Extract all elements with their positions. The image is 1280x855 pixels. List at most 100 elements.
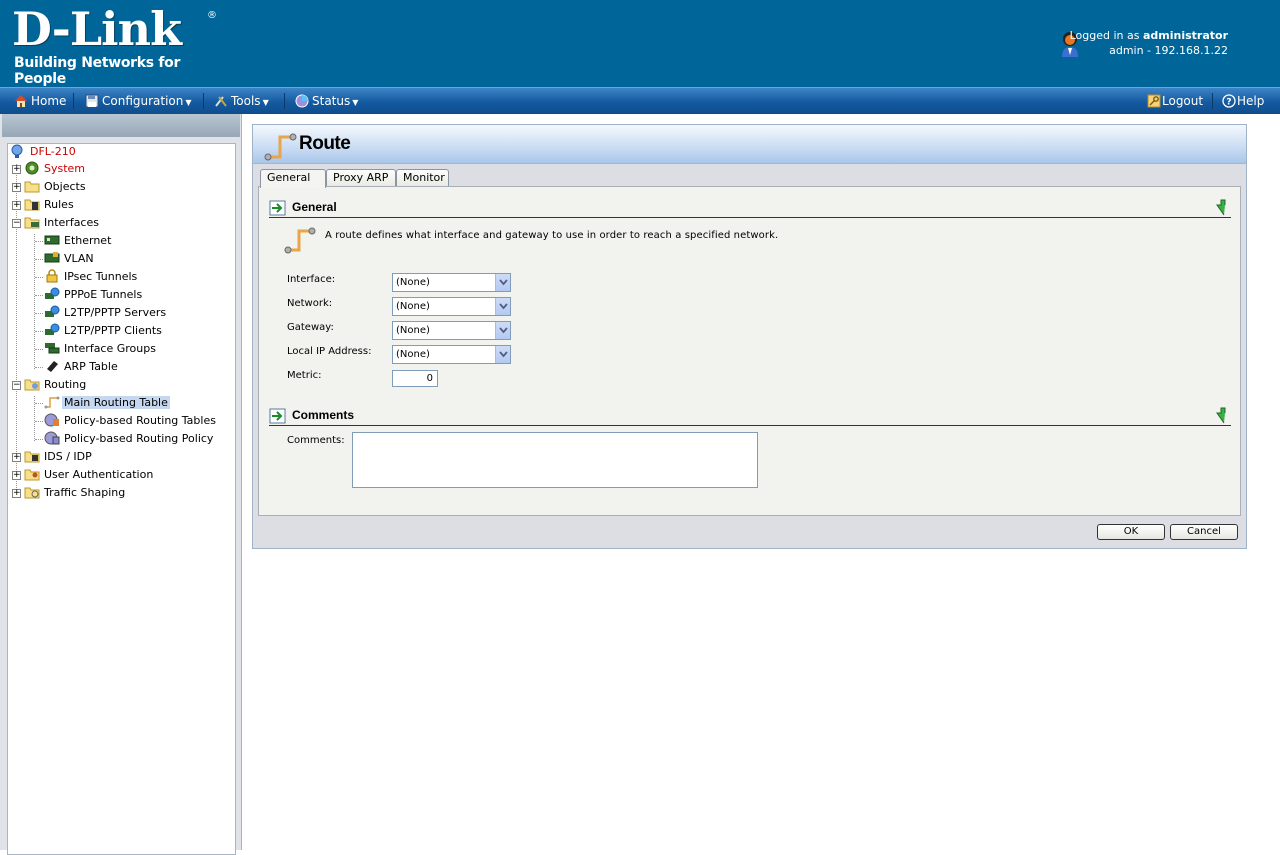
menu-configuration[interactable]: Configuration ▼ xyxy=(85,88,192,115)
tree-collapse-routing[interactable]: − xyxy=(12,381,21,390)
tree-item-interfaces[interactable]: Interfaces xyxy=(24,215,101,231)
cancel-button[interactable]: Cancel xyxy=(1170,524,1238,540)
tools-icon xyxy=(215,96,227,107)
page-title: Route xyxy=(299,133,351,154)
metric-label: Metric: xyxy=(287,370,322,381)
tree-expand-system[interactable]: + xyxy=(12,165,21,174)
tree-expand-objects[interactable]: + xyxy=(12,183,21,192)
local-ip-label: Local IP Address: xyxy=(287,346,372,357)
floppy-disk-icon xyxy=(85,94,99,108)
tree-item-system[interactable]: System xyxy=(24,161,87,177)
tree-line xyxy=(35,259,43,260)
gateway-select-value: (None) xyxy=(396,325,430,336)
dlink-logo: D-Link ® Building Networks for People xyxy=(12,6,217,87)
interface-select-value: (None) xyxy=(396,277,430,288)
tree-item-rules[interactable]: Rules xyxy=(24,197,76,213)
tree-item-arp-table[interactable]: ARP Table xyxy=(44,359,120,375)
tree-item-pbr-policy[interactable]: Policy-based Routing Policy xyxy=(44,431,215,447)
svg-text:?: ? xyxy=(1226,98,1231,108)
section-arrow-icon xyxy=(269,408,286,424)
tree-item-pbr-tables[interactable]: Policy-based Routing Tables xyxy=(44,413,218,429)
comments-textarea[interactable] xyxy=(352,432,758,488)
menu-separator xyxy=(284,93,285,109)
lock-icon xyxy=(46,269,58,283)
arp-chip-icon xyxy=(47,361,58,372)
tree-line xyxy=(35,277,43,278)
dropdown-arrow-icon[interactable] xyxy=(495,274,510,291)
dropdown-arrow-icon[interactable] xyxy=(495,322,510,339)
tree-line xyxy=(35,421,43,422)
tree-item-ethernet[interactable]: Ethernet xyxy=(44,233,113,249)
tree-line xyxy=(35,439,43,440)
sidebar-header-bar xyxy=(2,114,240,137)
tree-item-interface-groups[interactable]: Interface Groups xyxy=(44,341,158,357)
local-ip-select[interactable]: (None) xyxy=(392,345,511,364)
tree-collapse-interfaces[interactable]: − xyxy=(12,219,21,228)
ethernet-card-icon xyxy=(44,235,60,245)
network-select-value: (None) xyxy=(396,301,430,312)
tree-item-traffic-shaping[interactable]: Traffic Shaping xyxy=(24,485,127,501)
menu-home[interactable]: Home xyxy=(14,88,66,115)
tab-general[interactable]: General xyxy=(260,169,326,188)
comments-section-title: Comments xyxy=(292,408,355,422)
tree-item-ipsec-tunnels[interactable]: IPsec Tunnels xyxy=(44,269,139,285)
header: D-Link ® Building Networks for People Lo… xyxy=(0,0,1280,87)
logged-in-prefix: Logged in as xyxy=(1069,29,1140,42)
interface-group-icon xyxy=(45,343,60,354)
tree-expand-rules[interactable]: + xyxy=(12,201,21,210)
navigation-tree: DFL-210 + System + Objects + Rules − Int… xyxy=(7,143,236,855)
tree-line xyxy=(35,241,43,242)
interfaces-folder-icon xyxy=(24,217,40,229)
section-help-icon[interactable] xyxy=(1214,199,1228,216)
section-help-icon[interactable] xyxy=(1214,407,1228,424)
dropdown-arrow-icon[interactable] xyxy=(495,346,510,363)
route-icon xyxy=(44,396,60,409)
interface-label: Interface: xyxy=(287,274,336,285)
home-icon xyxy=(15,95,27,107)
panel-header: Route xyxy=(253,125,1246,164)
tree-item-vlan[interactable]: VLAN xyxy=(44,251,96,267)
tree-line xyxy=(35,403,43,404)
tree-expand-user-auth[interactable]: + xyxy=(12,471,21,480)
tree-expand-ids-idp[interactable]: + xyxy=(12,453,21,462)
tree-line xyxy=(16,164,17,494)
folder-icon xyxy=(24,181,40,193)
routing-folder-icon xyxy=(24,379,40,391)
menu-help[interactable]: ? Help xyxy=(1222,88,1264,115)
tab-monitor[interactable]: Monitor xyxy=(396,169,449,187)
tree-expand-traffic-shaping[interactable]: + xyxy=(12,489,21,498)
ok-button[interactable]: OK xyxy=(1097,524,1165,540)
tree-item-l2tp-clients[interactable]: L2TP/PPTP Clients xyxy=(44,323,164,339)
menu-separator xyxy=(1212,93,1213,109)
tree-item-main-routing-table[interactable]: Main Routing Table xyxy=(44,395,170,411)
metric-input[interactable]: 0 xyxy=(392,370,438,387)
tree-item-user-authentication[interactable]: User Authentication xyxy=(24,467,155,483)
local-ip-select-value: (None) xyxy=(396,349,430,360)
logo-registered-mark: ® xyxy=(207,10,217,21)
ids-folder-icon xyxy=(24,451,40,463)
dropdown-arrow-icon[interactable] xyxy=(495,298,510,315)
tree-item-objects[interactable]: Objects xyxy=(24,179,88,195)
network-select[interactable]: (None) xyxy=(392,297,511,316)
menu-tools[interactable]: Tools ▼ xyxy=(214,88,269,115)
tree-item-ids-idp[interactable]: IDS / IDP xyxy=(24,449,94,465)
sidebar: DFL-210 + System + Objects + Rules − Int… xyxy=(0,114,242,855)
tree-item-routing[interactable]: Routing xyxy=(24,377,88,393)
gateway-select[interactable]: (None) xyxy=(392,321,511,340)
tree-item-l2tp-servers[interactable]: L2TP/PPTP Servers xyxy=(44,305,168,321)
interface-select[interactable]: (None) xyxy=(392,273,511,292)
globe-network-icon xyxy=(45,323,60,335)
key-icon xyxy=(1147,94,1161,108)
tree-line xyxy=(35,295,43,296)
tree-root-dfl210[interactable]: DFL-210 xyxy=(10,144,78,160)
tab-proxy-arp[interactable]: Proxy ARP xyxy=(326,169,396,187)
menu-status[interactable]: Status ▼ xyxy=(295,88,358,115)
general-section-header: General xyxy=(269,198,1231,218)
menu-separator xyxy=(203,93,204,109)
route-icon xyxy=(264,133,297,161)
tree-line xyxy=(35,367,43,368)
globe-network-icon xyxy=(45,305,60,317)
tab-content: General A route defines what interface a… xyxy=(258,186,1241,516)
tree-item-pppoe-tunnels[interactable]: PPPoE Tunnels xyxy=(44,287,144,303)
menu-logout[interactable]: Logout xyxy=(1147,88,1203,115)
